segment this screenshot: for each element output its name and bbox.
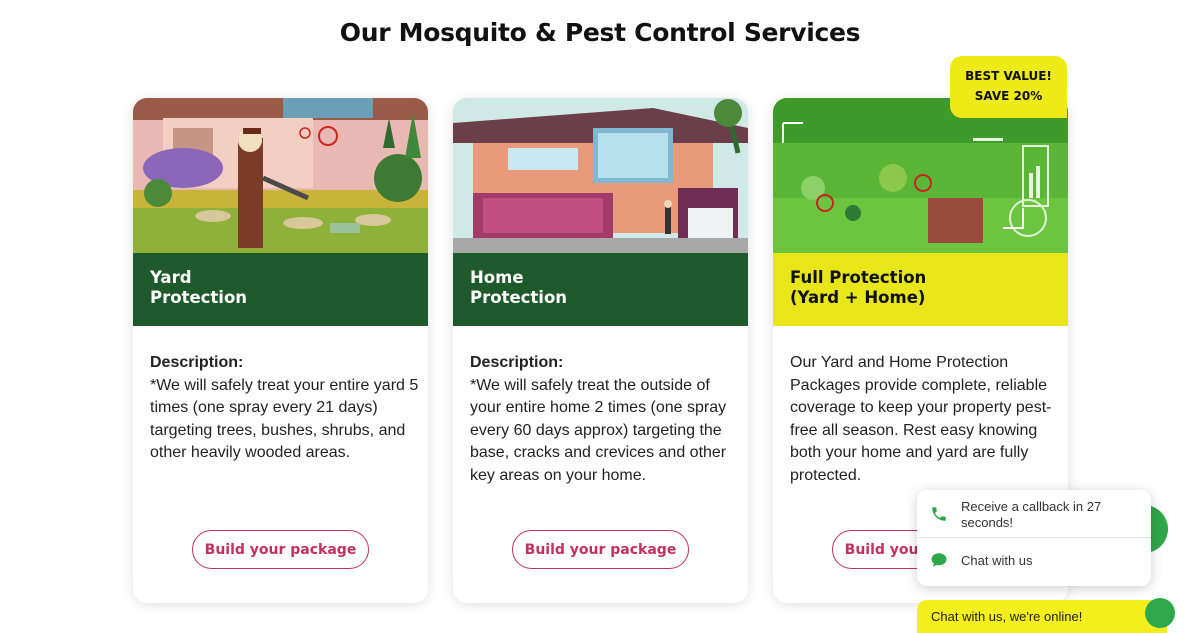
card-title-line2: (Yard + Home) (790, 288, 926, 307)
service-card-yard: Yard Protection Description: *We will sa… (133, 98, 428, 603)
chat-popup-menu: Receive a callback in 27 seconds! Chat w… (917, 490, 1151, 586)
badge-line2: SAVE 20% (974, 89, 1043, 103)
card-title-full: Full Protection (Yard + Home) (773, 253, 1068, 326)
description-label: Description: (150, 354, 244, 371)
page-title: Our Mosquito & Pest Control Services (339, 18, 861, 47)
callback-option[interactable]: Receive a callback in 27 seconds! (917, 490, 1151, 538)
yard-image (133, 98, 428, 253)
description-text: Our Yard and Home Protection Packages pr… (790, 354, 1052, 484)
description-label: Description: (470, 354, 564, 371)
full-protection-image (773, 98, 1068, 253)
best-value-badge: BEST VALUE! SAVE 20% (950, 56, 1067, 118)
card-title-line1: Full Protection (790, 268, 927, 287)
card-title-line2: Protection (470, 288, 568, 307)
online-indicator-icon (1145, 598, 1175, 628)
chat-label: Chat with us (961, 553, 1033, 568)
callback-label: Receive a callback in 27 seconds! (961, 499, 1102, 530)
phone-icon (930, 505, 948, 523)
card-title-line1: Yard (150, 268, 192, 287)
card-description-yard: Description: *We will safely treat your … (150, 352, 420, 465)
chat-online-bar[interactable]: Chat with us, we're online! (917, 598, 1175, 633)
chat-option[interactable]: Chat with us (917, 538, 1151, 586)
service-card-home: Home Protection Description: *We will sa… (453, 98, 748, 603)
online-label: Chat with us, we're online! (931, 609, 1083, 624)
description-text: *We will safely treat the outside of you… (470, 376, 727, 484)
page-frame: Our Mosquito & Pest Control Services Yar… (0, 0, 1200, 633)
card-title-line2: Protection (150, 288, 248, 307)
build-package-button-yard[interactable]: Build your package (192, 530, 369, 569)
chat-bubble-icon (930, 551, 948, 569)
badge-line1: BEST VALUE! (965, 69, 1052, 83)
description-text: *We will safely treat your entire yard 5… (150, 376, 419, 462)
card-title-yard: Yard Protection (133, 253, 428, 326)
card-title-line1: Home (470, 268, 524, 287)
home-image (453, 98, 748, 253)
card-title-home: Home Protection (453, 253, 748, 326)
card-description-full: Our Yard and Home Protection Packages pr… (790, 352, 1060, 488)
build-package-button-home[interactable]: Build your package (512, 530, 689, 569)
card-description-home: Description: *We will safely treat the o… (470, 352, 740, 488)
